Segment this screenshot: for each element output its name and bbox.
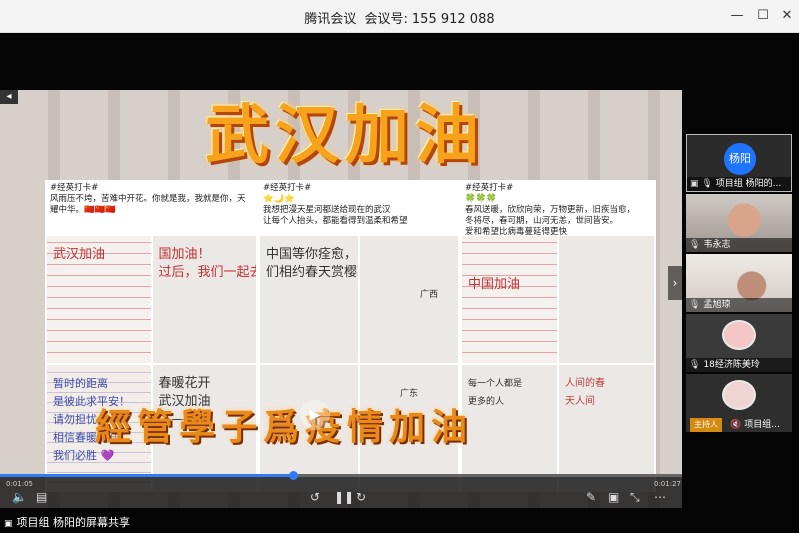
pause-icon[interactable]: ❚❚ xyxy=(334,490,354,504)
screen-share-label: ▣ 项目组 杨阳的屏幕共享 xyxy=(4,514,130,530)
volume-icon[interactable]: 🔈 xyxy=(12,490,27,504)
video-caption: 經管學子爲疫情加油 xyxy=(95,406,474,448)
panel-tag: #经英打卡# xyxy=(50,183,99,193)
screen-share-icon: ▣ 🎙 xyxy=(690,179,713,189)
mic-icon: 🎙 xyxy=(689,360,701,370)
photo: 中国加油 xyxy=(462,236,557,363)
participant-name: 项目组... xyxy=(744,420,780,430)
meeting-id: 155 912 088 xyxy=(411,12,495,27)
title-bar: 腾讯会议 会议号: 155 912 088 — ☐ ✕ xyxy=(0,0,799,33)
panel-text: ⭐🌙⭐ 我想把漫天星河都送给现在的武汉 让每个人抬头，都能看得到温柔和希望 xyxy=(263,194,408,226)
avatar: 杨阳 xyxy=(724,143,756,175)
subtitle-icon[interactable]: ▤ xyxy=(36,490,47,504)
participant-name: 韦永志 xyxy=(703,240,731,250)
chevron-right-icon[interactable]: › xyxy=(668,266,682,300)
photo: 中国等你痊愈， 们相约春天赏樱花 xyxy=(260,236,358,363)
panel-tag: #经英打卡# xyxy=(465,183,514,193)
mic-icon: 🎙 xyxy=(689,240,701,250)
window-title: 腾讯会议 会议号: 155 912 088 xyxy=(0,8,799,27)
participant-tile[interactable]: 🎙 韦永志 xyxy=(686,194,792,252)
fullscreen-exit-icon[interactable]: ⤡ xyxy=(630,490,640,504)
screen-share-icon: ▣ xyxy=(4,519,13,529)
panel-text: 风雨压不垮，苦难中开花。你就是我，我就是你，天耀中华。🇨🇳🇨🇳🇨🇳 xyxy=(50,194,246,215)
mic-off-icon: 🔇 xyxy=(730,420,742,430)
back-arrow-icon[interactable]: ◂ xyxy=(0,90,18,104)
video-headline: 武汉加油 xyxy=(205,99,485,173)
panel-text: 🍀🍀🍀 春风送暖，欣欣向荣，万物更新，旧疾当愈， 冬将尽，春可期，山河无恙，世间… xyxy=(465,194,636,237)
time-current: 0:01:05 xyxy=(6,480,33,488)
participant-tile[interactable]: 主持人 🔇 项目组... xyxy=(686,374,792,432)
progress-bar[interactable] xyxy=(0,471,682,480)
participant-list: 杨阳 ▣ 🎙 项目组 杨阳的... 🎙 韦永志 🎙 孟旭琼 🎙 18经济陈美玲 主持人 … xyxy=(686,134,792,434)
maximize-icon[interactable]: ☐ xyxy=(752,6,774,26)
more-icon[interactable]: ⋯ xyxy=(654,490,666,504)
photo: 国加油！ 过后，我们一起去武汉 xyxy=(152,236,256,363)
participant-tile[interactable]: 🎙 18经济陈美玲 xyxy=(686,314,792,372)
share-label-text: 项目组 杨阳的屏幕共享 xyxy=(16,516,131,529)
panel-tag: #经英打卡# xyxy=(263,183,312,193)
pip-icon[interactable]: ▣ xyxy=(608,490,619,504)
rewind-icon[interactable]: ↺ xyxy=(310,490,320,504)
photo: 广西 xyxy=(360,236,458,363)
progress-knob[interactable] xyxy=(289,471,299,480)
app-name: 腾讯会议 xyxy=(304,12,357,27)
avatar xyxy=(722,380,756,410)
mic-icon: 🎙 xyxy=(689,300,701,310)
participant-name: 18经济陈美玲 xyxy=(703,360,760,370)
avatar xyxy=(722,320,756,350)
photo: 武汉加油 xyxy=(47,236,151,363)
player-controls: 0:01:05 0:01:27 🔈 ▤ ↺ ❚❚ ↻ ✎ ▣ ⤡ ⋯ xyxy=(0,471,682,508)
meeting-id-label: 会议号: xyxy=(364,12,408,27)
minimize-icon[interactable]: — xyxy=(726,6,748,26)
participant-tile[interactable]: 杨阳 ▣ 🎙 项目组 杨阳的... xyxy=(686,134,792,192)
play-icon[interactable]: ▶ xyxy=(300,400,330,430)
participant-name: 孟旭琼 xyxy=(703,300,731,310)
progress-fill xyxy=(0,474,294,477)
participant-name: 项目组 杨阳的... xyxy=(715,179,782,189)
forward-icon[interactable]: ↻ xyxy=(356,490,366,504)
edit-icon[interactable]: ✎ xyxy=(586,490,596,504)
time-total: 0:01:27 xyxy=(654,480,681,488)
meeting-stage: ◂ 武汉加油 #经英打卡# 风雨压不垮，苦难中开花。你就是我，我就是你，天耀中华… xyxy=(0,34,799,533)
close-icon[interactable]: ✕ xyxy=(776,6,798,26)
participant-tile[interactable]: 🎙 孟旭琼 xyxy=(686,254,792,312)
photo xyxy=(559,236,654,363)
shared-screen-video[interactable]: ◂ 武汉加油 #经英打卡# 风雨压不垮，苦难中开花。你就是我，我就是你，天耀中华… xyxy=(0,90,682,508)
